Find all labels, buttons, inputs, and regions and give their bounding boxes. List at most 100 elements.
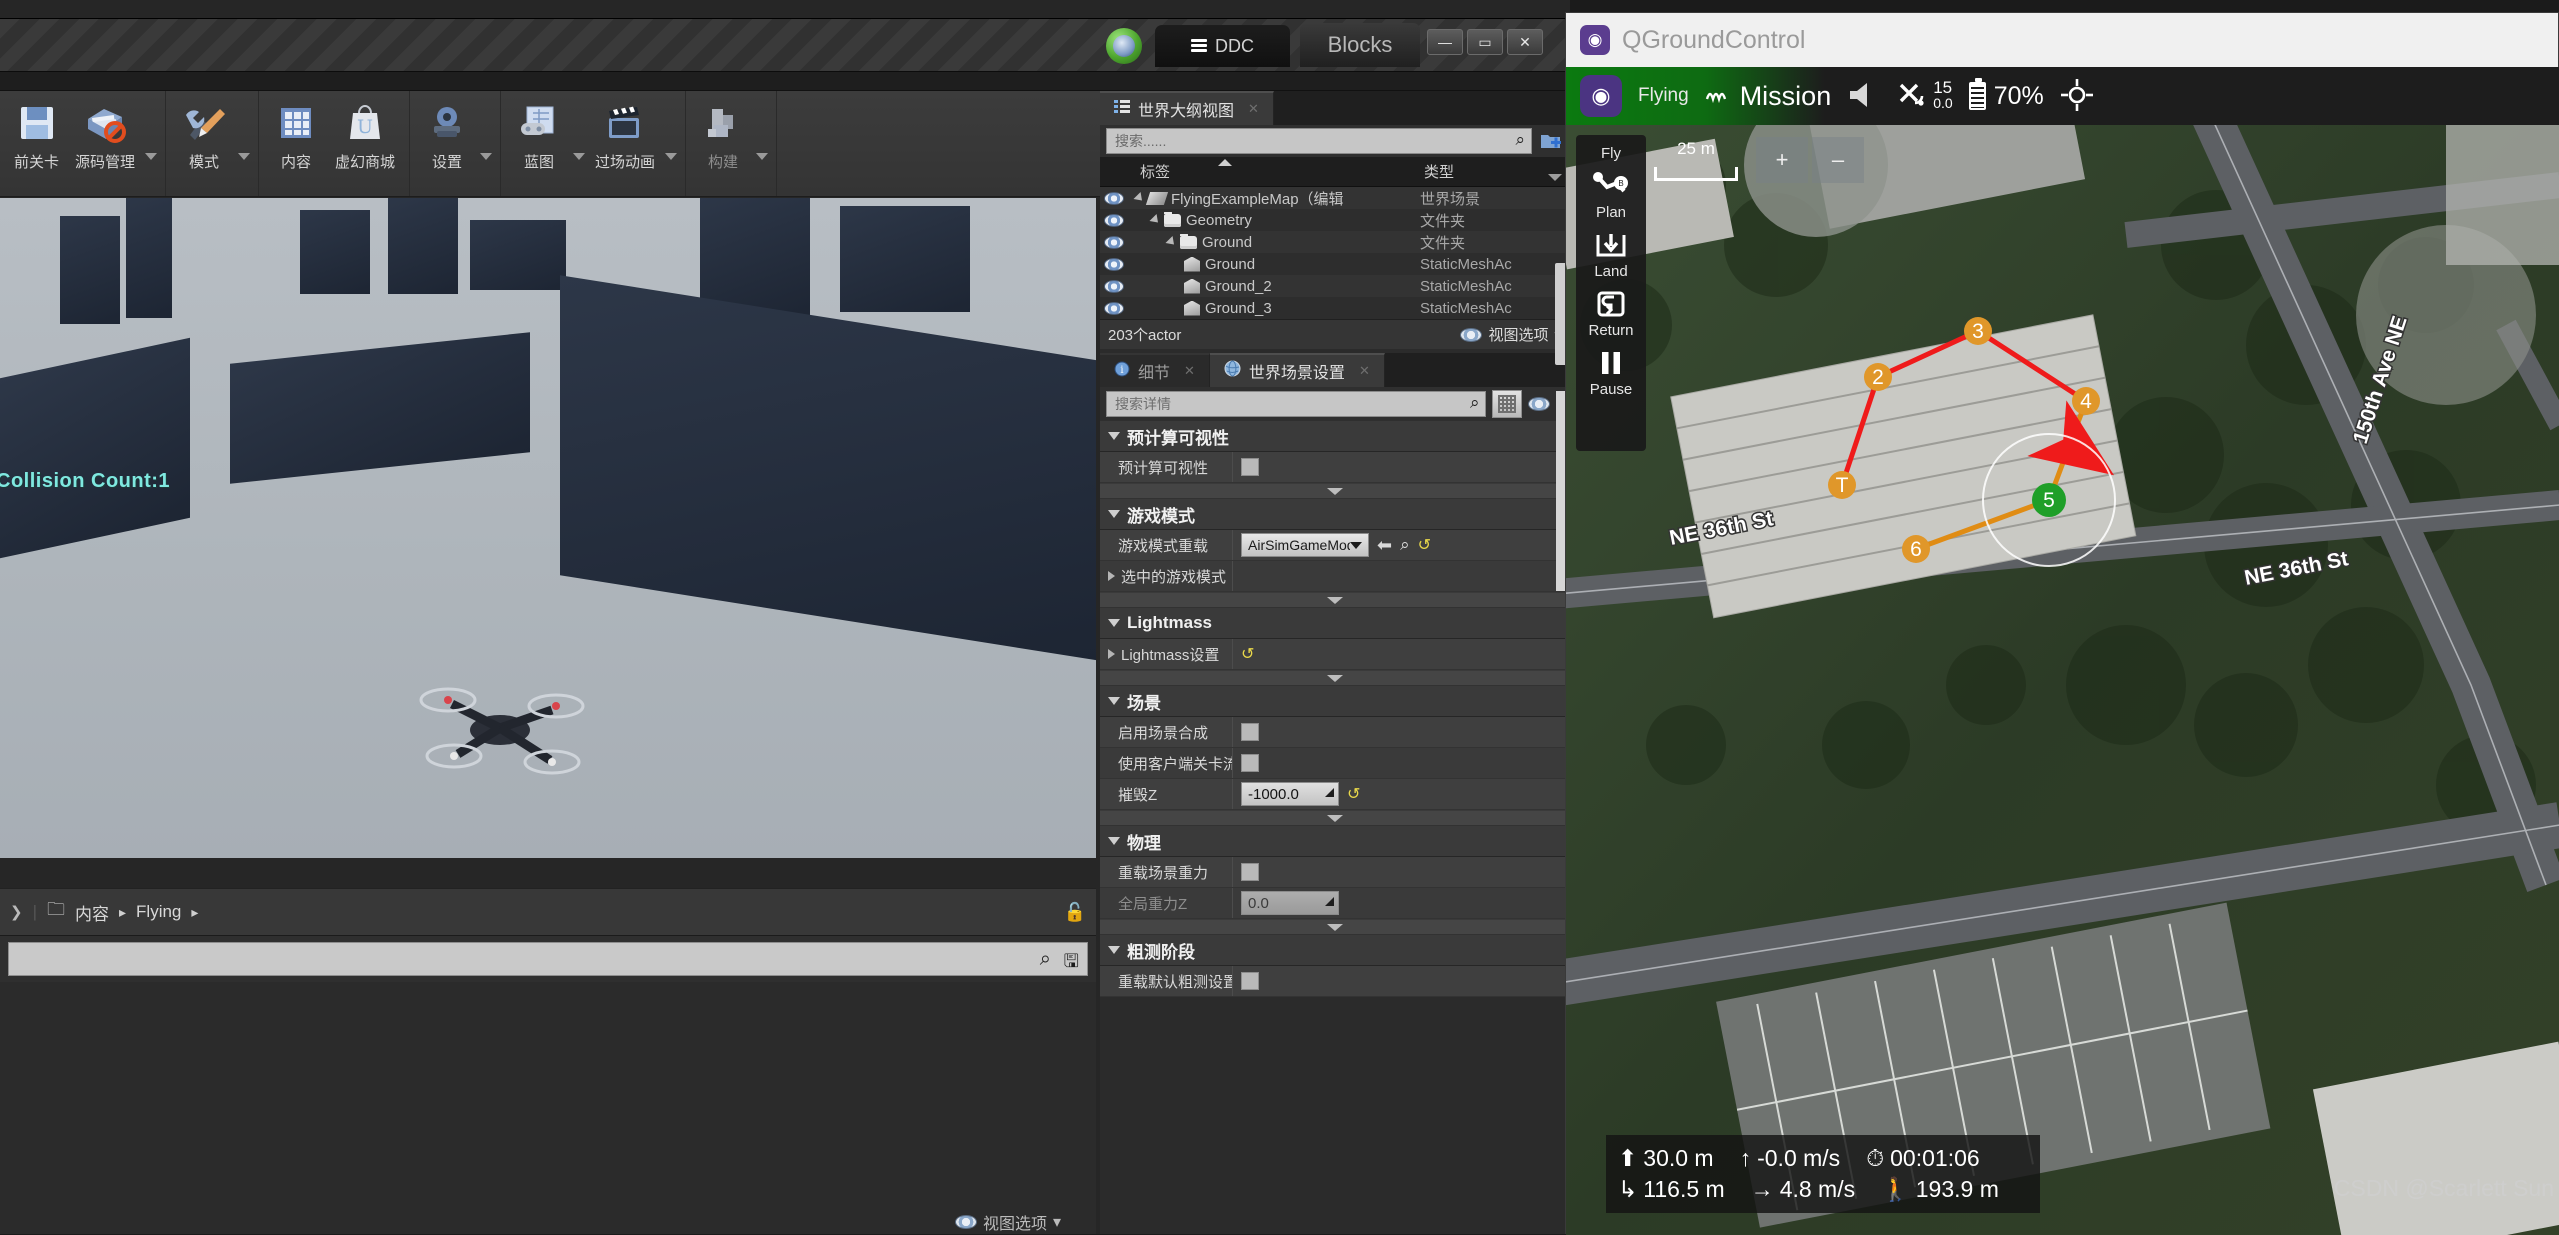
outliner-row[interactable]: Geometry 文件夹 [1100,209,1570,231]
content-browser-search-input[interactable]: ⌕ 🖫 [8,942,1088,976]
details-property-row[interactable]: 摧毁Z -1000.0 ↺ [1100,779,1570,810]
details-category-header[interactable]: Lightmass [1100,608,1570,639]
toolbar-item-build[interactable]: 构建 [692,91,754,172]
eye-icon[interactable] [1100,213,1128,227]
expander-icon[interactable] [1149,213,1162,227]
toolbar-item-cinematics[interactable]: 过场动画 [587,91,663,172]
details-property-row[interactable]: 重载场景重力 [1100,857,1570,888]
modes-chevron-down-icon[interactable] [238,153,251,160]
waypoint-marker[interactable]: T [1828,471,1856,499]
outliner-row[interactable]: Ground 文件夹 [1100,231,1570,253]
tab-details[interactable]: i 细节 ✕ [1100,353,1210,387]
eye-icon[interactable] [1100,191,1128,205]
cinematics-chevron-down-icon[interactable] [665,153,678,160]
breadcrumb-item-content[interactable]: 内容 [75,900,109,925]
eye-icon[interactable] [1100,235,1128,249]
expander-icon[interactable] [1108,837,1120,845]
column-label[interactable]: 标签 [1128,159,1420,182]
toolbar-item-modes[interactable]: 模式 [172,91,236,172]
outliner-search-input[interactable]: 搜索...... ⌕ [1106,128,1532,154]
gps-indicator[interactable]: 15 0.0 [1897,78,1953,114]
return-button[interactable]: Return [1576,284,1646,343]
details-property-row[interactable]: 使用客户端关卡流 [1100,748,1570,779]
details-property-list[interactable]: 预计算可视性预计算可视性游戏模式游戏模式重载AirSimGameMode⬅⌕↺选… [1100,421,1570,997]
outliner-row[interactable]: Ground StaticMeshAc [1100,253,1570,275]
source-control-chevron-down-icon[interactable] [145,153,158,160]
waypoint-marker[interactable]: 4 [2072,387,2100,415]
tab-world-settings[interactable]: 世界场景设置 ✕ [1209,353,1385,387]
details-property-row[interactable]: 游戏模式重载 AirSimGameMode ⬅ ⌕ ↺ [1100,530,1570,561]
plan-button[interactable]: B Plan [1576,166,1646,225]
land-button[interactable]: Land [1576,225,1646,284]
details-property-row[interactable]: 选中的游戏模式 [1100,561,1570,592]
lock-icon[interactable]: 🔓 [1064,902,1086,923]
content-browser-asset-area[interactable] [0,982,1096,1234]
waypoint-marker[interactable]: 5 [2032,483,2066,517]
blueprint-chevron-down-icon[interactable] [573,153,586,160]
level-viewport[interactable]: Collision Count:1 [0,198,1096,858]
add-folder-icon[interactable] [1538,129,1564,153]
expander-icon[interactable] [1108,432,1120,440]
property-checkbox[interactable] [1241,972,1259,990]
content-browser-view-options[interactable]: 视图选项 ▾ [955,1210,1061,1234]
outliner-row[interactable]: Ground_2 StaticMeshAc [1100,275,1570,297]
waypoint-marker[interactable]: 2 [1864,363,1892,391]
grid-view-icon[interactable] [1492,390,1523,418]
use-selected-asset-icon[interactable]: ⬅ [1377,535,1392,556]
browse-asset-icon[interactable]: ⌕ [1400,535,1410,555]
property-number-input[interactable]: -1000.0 [1241,782,1339,806]
section-divider[interactable] [1100,483,1570,499]
drag-handle-icon[interactable] [1325,897,1334,906]
section-divider[interactable] [1100,592,1570,608]
details-property-row[interactable]: 全局重力Z 0.0 [1100,888,1570,919]
details-category-header[interactable]: 场景 [1100,686,1570,717]
reset-icon[interactable]: ↺ [1241,644,1254,664]
details-property-row[interactable]: Lightmass设置 ↺ [1100,639,1570,670]
section-divider[interactable] [1100,670,1570,686]
outliner-row-list[interactable]: FlyingExampleMap（编辑 世界场景 Geometry 文件夹 Ground… [1100,187,1570,319]
pause-button[interactable]: Pause [1576,343,1646,402]
save-search-icon[interactable]: 🖫 [1064,949,1079,979]
property-checkbox[interactable] [1241,754,1259,772]
reset-icon[interactable]: ↺ [1347,784,1360,804]
property-checkbox[interactable] [1241,723,1259,741]
eye-icon[interactable] [1100,301,1128,315]
section-divider[interactable] [1100,810,1570,826]
toolbar-item-blueprint[interactable]: 蓝图 [507,91,571,172]
drag-handle-icon[interactable] [1325,788,1334,797]
ddc-button[interactable]: DDC [1155,25,1290,67]
project-tab-blocks[interactable]: Blocks [1300,23,1420,67]
gamemode-override-combo[interactable]: AirSimGameMode [1241,533,1369,557]
details-property-row[interactable]: 重载默认粗测设置 [1100,966,1570,997]
eye-icon[interactable] [1100,279,1128,293]
settings-chevron-down-icon[interactable] [480,153,493,160]
tab-world-outliner[interactable]: 世界大纲视图 ✕ [1100,91,1274,125]
toolbar-item-marketplace[interactable]: U 虚幻商城 [327,91,403,172]
mission-indicator[interactable]: Mission [1705,81,1831,112]
fly-button[interactable]: Fly [1576,141,1646,166]
build-chevron-down-icon[interactable] [756,153,769,160]
expander-icon[interactable] [1108,946,1120,954]
expander-icon[interactable] [1108,649,1115,659]
close-icon[interactable]: ✕ [1248,101,1259,117]
crosshair-icon[interactable] [2060,78,2094,115]
flight-map[interactable]: T23456 150th Ave NE NE 36th St NE 36th St … [1566,125,2559,1235]
zoom-out-button[interactable]: – [1812,137,1864,183]
details-category-header[interactable]: 游戏模式 [1100,499,1570,530]
details-property-row[interactable]: 启用场景合成 [1100,717,1570,748]
outliner-row[interactable]: FlyingExampleMap（编辑 世界场景 [1100,187,1570,209]
close-icon[interactable]: ✕ [1359,363,1370,379]
close-icon[interactable]: ✕ [1184,363,1195,379]
breadcrumb-back-icon[interactable]: ❯ [10,903,23,921]
toolbar-item-settings[interactable]: 设置 [416,91,478,172]
breadcrumb-item-flying[interactable]: Flying [136,902,181,922]
close-button[interactable]: ✕ [1507,29,1543,55]
toolbar-item-save-current-level[interactable]: 前关卡 [6,91,67,172]
details-category-header[interactable]: 物理 [1100,826,1570,857]
property-checkbox[interactable] [1241,458,1259,476]
section-divider[interactable] [1100,919,1570,935]
details-property-row[interactable]: 预计算可视性 [1100,452,1570,483]
details-search-input[interactable]: 搜索详情 ⌕ [1106,391,1487,417]
column-type[interactable]: 类型 [1420,161,1570,182]
waypoint-marker[interactable]: 3 [1964,317,1992,345]
